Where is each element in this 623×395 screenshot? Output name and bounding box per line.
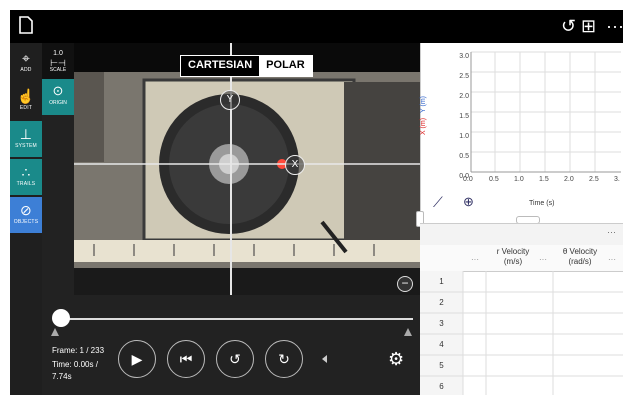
- objects-tool-button[interactable]: ⊘ OBJECTS: [10, 197, 42, 233]
- table-header: ··· r Velocity (m/s) ··· θ Velocity (rad…: [420, 245, 623, 272]
- trails-tool-button[interactable]: ∴ TRAILS: [10, 159, 42, 195]
- rotate-right-icon: ↻: [278, 350, 290, 367]
- theta-velocity-unit: (rad/s): [568, 257, 592, 266]
- r-velocity-title: r Velocity: [496, 247, 530, 256]
- video-frame[interactable]: [74, 72, 420, 268]
- cartesian-option[interactable]: CARTESIAN: [181, 56, 259, 76]
- objects-tool-label: OBJECTS: [13, 219, 39, 225]
- settings-gear-icon[interactable]: ⚙: [388, 349, 404, 370]
- system-tool-label: SYSTEM: [15, 143, 37, 149]
- add-tool-button[interactable]: ⌖ ADD: [10, 45, 42, 81]
- add-tool-label: ADD: [20, 67, 32, 73]
- x-tick: 2.0: [564, 176, 574, 183]
- x-tick: 2.5: [589, 176, 599, 183]
- trails-icon: ∴: [21, 164, 31, 180]
- tool-sidebar: ⌖ ADD ☝ EDIT ⊥ SYSTEM ∴ TRAILS ⊘ OBJECTS: [10, 43, 42, 395]
- zoom-icon[interactable]: ⊕: [463, 194, 474, 210]
- y-tick: 1.0: [459, 133, 469, 140]
- table-more-icon[interactable]: ···: [607, 227, 616, 237]
- graph-panel: X (m) Y (m) 3.0 2.5 2.0 1.5 1.0 0.5 0.0 …: [416, 43, 623, 227]
- x-tick: 1.5: [539, 176, 549, 183]
- scale-ruler-icon: ⊢⊣: [50, 58, 66, 68]
- y-tick: 1.5: [459, 113, 469, 120]
- column-header-theta-velocity[interactable]: θ Velocity (rad/s): [555, 247, 605, 267]
- graph-type-icon[interactable]: ⟋: [433, 194, 443, 211]
- more-menu-icon[interactable]: ···: [606, 16, 623, 36]
- speed-arrow-icon[interactable]: [322, 355, 327, 363]
- minimize-icon[interactable]: −: [397, 276, 413, 292]
- table-grid: [420, 271, 623, 395]
- start-marker-icon[interactable]: [51, 328, 59, 336]
- data-table: ··· ··· r Velocity (m/s) ··· θ Velocity …: [420, 223, 623, 395]
- edit-tool-label: EDIT: [19, 105, 33, 111]
- y-tick: 2.5: [459, 73, 469, 80]
- trails-tool-label: TRAILS: [16, 181, 36, 187]
- origin-icon: ⊙: [52, 83, 64, 98]
- row-number: 3: [439, 319, 444, 328]
- system-subtools: 1.0 ⊢⊣ SCALE ⊙ ORIGIN: [42, 43, 74, 115]
- play-icon: ▶: [131, 350, 143, 367]
- timeline-track[interactable]: [58, 318, 413, 320]
- pointer-icon: ☝: [17, 88, 35, 104]
- turntable-image: [74, 72, 420, 268]
- row-number: 6: [439, 382, 444, 391]
- play-button[interactable]: ▶: [118, 340, 156, 378]
- edit-tool-button[interactable]: ☝ EDIT: [10, 83, 42, 119]
- table-top-bar: ···: [420, 223, 623, 247]
- r-velocity-unit: (m/s): [503, 257, 523, 266]
- scale-button[interactable]: 1.0 ⊢⊣ SCALE: [42, 43, 74, 79]
- step-forward-button[interactable]: ↻: [265, 340, 303, 378]
- rotate-left-icon: ↺: [229, 350, 241, 367]
- system-tool-button[interactable]: ⊥ SYSTEM: [10, 121, 42, 157]
- top-bar: ↺ ⊞ ···: [10, 10, 623, 43]
- layout-icon[interactable]: ⊞: [581, 16, 596, 36]
- row-number: 5: [439, 361, 444, 370]
- axes-icon: ⊥: [19, 126, 33, 142]
- theta-velocity-title: θ Velocity: [562, 247, 598, 256]
- frame-label: Frame: 1 / 233: [52, 346, 105, 355]
- origin-button[interactable]: ⊙ ORIGIN: [42, 79, 74, 115]
- time-label: Time: 0.00s /: [52, 360, 98, 369]
- video-bottom-strip: [74, 268, 420, 295]
- reset-icon[interactable]: ↺: [561, 16, 576, 36]
- origin-label: ORIGIN: [49, 100, 67, 106]
- skip-start-icon: ⏮: [179, 350, 193, 367]
- frame-info: Frame: 1 / 233 Time: 0.00s / 7.74s: [52, 345, 104, 383]
- y-tick-labels: 3.0 2.5 2.0 1.5 1.0 0.5 0.0: [451, 47, 469, 187]
- y-tick: 3.0: [459, 53, 469, 60]
- x-tick: 0.5: [489, 176, 499, 183]
- scale-label: SCALE: [49, 67, 67, 73]
- column-header-r-velocity[interactable]: r Velocity (m/s): [488, 247, 538, 267]
- coordinate-system-toggle: CARTESIAN POLAR: [180, 55, 313, 77]
- row-number: 2: [439, 298, 444, 307]
- y-tick: 0.5: [459, 153, 469, 160]
- step-back-button[interactable]: ↺: [216, 340, 254, 378]
- x-tick: 0.0: [463, 176, 473, 183]
- toolbar-filler: [42, 115, 74, 295]
- x-tick: 1.0: [514, 176, 524, 183]
- x-axis-marker[interactable]: X: [285, 155, 305, 175]
- polar-option[interactable]: POLAR: [259, 56, 312, 76]
- x-axis-title[interactable]: Time (s): [529, 200, 554, 207]
- column-menu-icon[interactable]: ···: [471, 255, 479, 264]
- first-frame-button[interactable]: ⏮: [167, 340, 205, 378]
- objects-icon: ⊘: [20, 202, 32, 218]
- column-menu-icon[interactable]: ···: [539, 255, 547, 264]
- new-document-icon[interactable]: [19, 16, 33, 38]
- y-tick: 2.0: [459, 93, 469, 100]
- column-menu-icon[interactable]: ···: [608, 255, 616, 264]
- row-number: 1: [439, 277, 444, 286]
- timeline-thumb[interactable]: [52, 309, 70, 327]
- total-time-label: 7.74s: [52, 372, 72, 381]
- y-axis-marker[interactable]: Y: [220, 90, 240, 110]
- row-number: 4: [439, 340, 444, 349]
- playback-controls: Frame: 1 / 233 Time: 0.00s / 7.74s ▶ ⏮ ↺…: [42, 295, 420, 395]
- y-axis-line: [230, 43, 232, 295]
- crosshair-icon: ⌖: [21, 50, 31, 66]
- x-tick: 3.: [614, 176, 620, 183]
- end-marker-icon[interactable]: [404, 328, 412, 336]
